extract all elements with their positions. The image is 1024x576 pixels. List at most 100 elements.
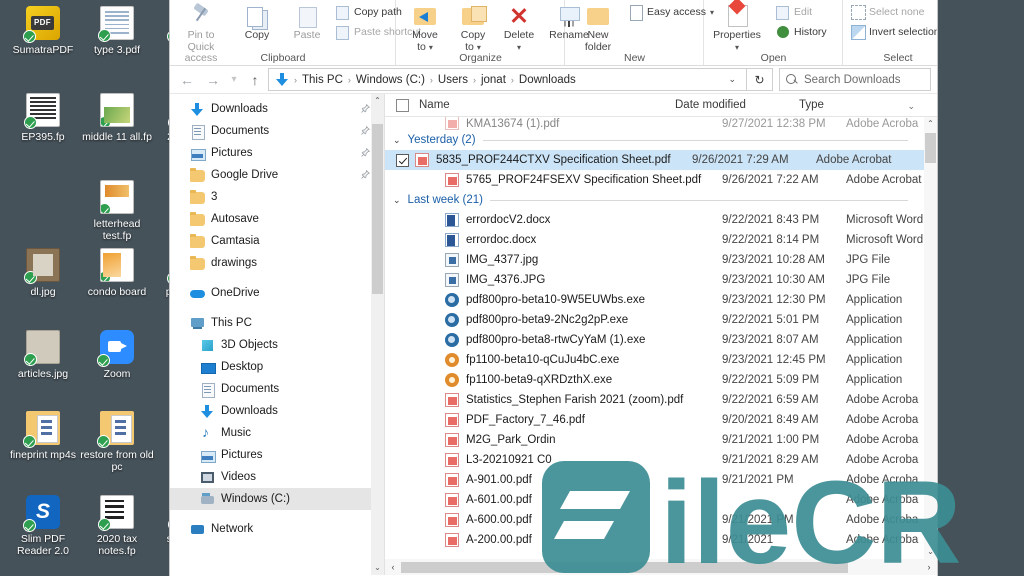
table-row[interactable]: L3-20210921 C0 9/21/2021 8:29 AM Adobe Acr…: [385, 450, 924, 470]
chevron-down-icon[interactable]: ▾: [429, 43, 433, 52]
pin-icon[interactable]: [361, 169, 371, 179]
table-row[interactable]: M2G_Park_Ordin 9/21/2021 1:00 PM Adobe Acr…: [385, 430, 924, 450]
select-none-button[interactable]: Select none: [851, 5, 924, 20]
select-all-checkbox[interactable]: [396, 98, 409, 112]
column-header-date-modified[interactable]: Date modified: [675, 99, 799, 111]
desktop-icon-type3-pdf[interactable]: type 3.pdf: [78, 6, 156, 56]
sidebar-item-3[interactable]: 3: [170, 186, 384, 208]
column-header-name[interactable]: Name: [419, 99, 675, 111]
table-row[interactable]: fp1100-beta9-qXRDzthX.exe 9/22/2021 5:09 …: [385, 370, 924, 390]
desktop-icon-ep395[interactable]: EP395.fp: [4, 93, 82, 143]
sidebar-item-videos[interactable]: Videos: [170, 466, 384, 488]
copy-button[interactable]: Copy: [230, 4, 284, 42]
breadcrumb-jonat[interactable]: jonat: [479, 74, 508, 86]
move-to-button[interactable]: Move to ▾: [398, 4, 452, 53]
sidebar-item-desktop[interactable]: Desktop: [170, 356, 384, 378]
desktop-icon-2020-tax-notes[interactable]: 2020 tax notes.fp: [78, 495, 156, 557]
table-row[interactable]: Statistics_Stephen Farish 2021 (zoom).pd…: [385, 390, 924, 410]
breadcrumb-this-pc[interactable]: This PC: [300, 74, 345, 86]
desktop-icon-slim-pdf-reader[interactable]: Slim PDF Reader 2.0: [4, 495, 82, 557]
sidebar-item-camtasia[interactable]: Camtasia: [170, 230, 384, 252]
easy-access-button[interactable]: Easy access ▾: [629, 5, 714, 21]
file-list-vertical-scrollbar[interactable]: ⌃ ⌄: [924, 117, 937, 559]
desktop-icon-fineprint-mp4s[interactable]: fineprint mp4s: [4, 411, 82, 461]
sidebar-item-pictures[interactable]: Pictures: [170, 142, 384, 164]
table-row[interactable]: pdf800pro-beta9-2Nc2g2pP.exe 9/22/2021 5:…: [385, 310, 924, 330]
group-header[interactable]: ⌄ Yesterday (2): [385, 130, 924, 150]
sidebar-item-windows-c[interactable]: Windows (C:): [170, 488, 384, 510]
scroll-up-icon[interactable]: ⌃: [924, 117, 937, 131]
table-row[interactable]: PDF_Factory_7_46.pdf 9/20/2021 8:49 AM Ado…: [385, 410, 924, 430]
breadcrumb-windows-c[interactable]: Windows (C:): [354, 74, 427, 86]
search-input[interactable]: Search Downloads: [779, 68, 931, 91]
sidebar-item-network[interactable]: Network: [170, 518, 384, 540]
sidebar-item-downloads[interactable]: Downloads: [170, 400, 384, 422]
chevron-down-icon[interactable]: ⌄: [907, 101, 915, 112]
table-row[interactable]: 5835_PROF244CTXV Specification Sheet.pdf…: [385, 150, 924, 170]
desktop-icon-letterhead-test[interactable]: letterhead test.fp: [78, 180, 156, 242]
scroll-down-icon[interactable]: ⌄: [371, 561, 384, 575]
breadcrumb-users[interactable]: Users: [436, 74, 470, 86]
desktop-icon-middle11all[interactable]: middle 11 all.fp: [78, 93, 156, 143]
group-header[interactable]: ⌄ Last week (21): [385, 190, 924, 210]
table-row[interactable]: pdf800pro-beta10-9W5EUWbs.exe 9/23/2021 1…: [385, 290, 924, 310]
sidebar-item-onedrive[interactable]: OneDrive: [170, 282, 384, 304]
desktop-icon-zoom[interactable]: Zoom: [78, 330, 156, 380]
sidebar-item-music[interactable]: Music: [170, 422, 384, 444]
chevron-down-icon[interactable]: ⌄: [722, 74, 742, 85]
table-row[interactable]: IMG_4377.jpg 9/23/2021 10:28 AM JPG File: [385, 250, 924, 270]
table-row[interactable]: IMG_4376.JPG 9/23/2021 10:30 AM JPG File: [385, 270, 924, 290]
navigation-scrollbar[interactable]: ⌃ ⌄: [371, 94, 384, 575]
pin-icon[interactable]: [361, 125, 371, 135]
desktop-icon-sumatrapdf[interactable]: PDF SumatraPDF: [4, 6, 82, 56]
table-row[interactable]: A-601.00.pdf Adobe Acroba: [385, 490, 924, 510]
history-button[interactable]: History: [776, 25, 827, 39]
recent-locations-button[interactable]: ▾: [226, 68, 242, 92]
refresh-button[interactable]: ↻: [747, 68, 773, 91]
desktop-icon-condo-board[interactable]: condo board: [78, 248, 156, 298]
scroll-track[interactable]: [401, 561, 921, 573]
chevron-down-icon[interactable]: ⌄: [393, 135, 401, 146]
sidebar-item-documents[interactable]: Documents: [170, 120, 384, 142]
invert-selection-button[interactable]: Invert selection: [851, 25, 937, 40]
scroll-down-icon[interactable]: ⌄: [924, 545, 937, 559]
desktop-icon-restore-from-old-pc[interactable]: restore from old pc: [78, 411, 156, 473]
column-header-type[interactable]: Type: [799, 99, 937, 111]
up-button[interactable]: ↑: [242, 68, 268, 92]
table-row[interactable]: pdf800pro-beta8-rtwCyYaM (1).exe 9/23/202…: [385, 330, 924, 350]
table-row[interactable]: 5765_PROF24FSEXV Specification Sheet.pdf…: [385, 170, 924, 190]
scroll-thumb[interactable]: [372, 124, 383, 294]
scroll-thumb[interactable]: [401, 561, 849, 573]
scroll-right-icon[interactable]: ›: [921, 562, 937, 572]
table-row[interactable]: KMA13674 (1).pdf 9/27/2021 12:38 PM Adobe …: [385, 117, 924, 130]
edit-button[interactable]: Edit: [776, 5, 812, 20]
file-list-horizontal-scrollbar[interactable]: ‹ ›: [385, 559, 937, 575]
sidebar-item-google-drive[interactable]: Google Drive: [170, 164, 384, 186]
sidebar-item-pictures[interactable]: Pictures: [170, 444, 384, 466]
scroll-up-icon[interactable]: ⌃: [371, 94, 384, 108]
table-row[interactable]: errordoc.docx 9/22/2021 8:14 PM Microsoft …: [385, 230, 924, 250]
new-folder-button[interactable]: New folder: [571, 4, 625, 53]
scroll-left-icon[interactable]: ‹: [385, 562, 401, 572]
sidebar-item-this-pc[interactable]: This PC: [170, 312, 384, 334]
sidebar-item-documents[interactable]: Documents: [170, 378, 384, 400]
sidebar-item-drawings[interactable]: drawings: [170, 252, 384, 274]
pin-icon[interactable]: [361, 147, 371, 157]
sidebar-item-autosave[interactable]: Autosave: [170, 208, 384, 230]
breadcrumb-downloads[interactable]: Downloads: [517, 74, 578, 86]
desktop-icon-articles-jpg[interactable]: articles.jpg: [4, 330, 82, 380]
scroll-thumb[interactable]: [925, 133, 936, 163]
pin-icon[interactable]: [361, 103, 371, 113]
chevron-down-icon[interactable]: ▾: [477, 43, 481, 52]
table-row[interactable]: fp1100-beta10-qCuJu4bC.exe 9/23/2021 12:4…: [385, 350, 924, 370]
table-row[interactable]: errordocV2.docx 9/22/2021 8:43 PM Microsof…: [385, 210, 924, 230]
back-button[interactable]: ←: [174, 68, 200, 92]
delete-button[interactable]: Delete ▾: [492, 4, 546, 53]
copy-path-button[interactable]: Copy path: [336, 5, 402, 20]
chevron-down-icon[interactable]: ▾: [735, 43, 739, 52]
forward-button[interactable]: →: [200, 68, 226, 92]
desktop-icon-dl-jpg[interactable]: dl.jpg: [4, 248, 82, 298]
table-row[interactable]: A-200.00.pdf 9/21/2021 Adobe Acroba: [385, 530, 924, 550]
chevron-down-icon[interactable]: ⌄: [393, 195, 401, 206]
properties-button[interactable]: Properties ▾: [706, 4, 768, 53]
